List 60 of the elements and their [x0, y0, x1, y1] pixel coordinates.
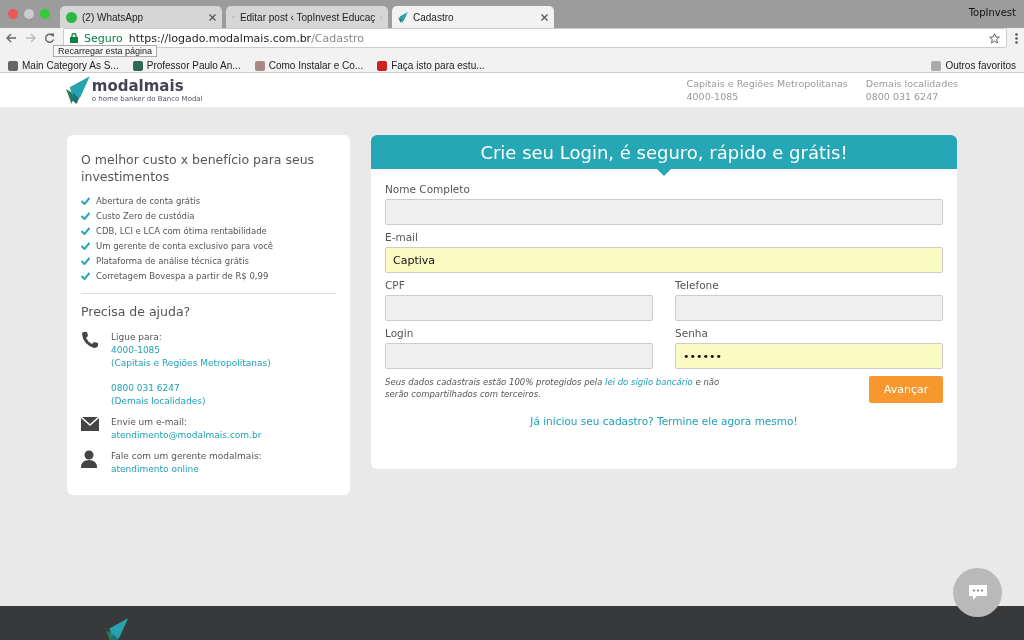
contact-label: Capitais e Regiões Metropolitanas: [686, 78, 848, 89]
back-icon[interactable]: [6, 33, 17, 43]
field-label: Telefone: [675, 279, 720, 291]
benefit-text: Um gerente de conta exclusivo para você: [96, 240, 274, 251]
contact-phone: 4000-1085: [686, 91, 740, 102]
benefit-text: Corretagem Bovespa a partir de R$ 0,99: [96, 270, 269, 281]
browser-tab[interactable]: Editar post ‹ TopInvest Educaç: [226, 6, 388, 28]
close-window-button[interactable]: [8, 9, 18, 19]
help-title: Precisa de ajuda?: [81, 304, 192, 319]
star-icon[interactable]: [989, 32, 1000, 44]
browser-tab[interactable]: (2) WhatsApp: [60, 6, 222, 28]
benefit-text: Custo Zero de custódia: [96, 210, 195, 221]
input-field[interactable]: [675, 295, 943, 321]
bookmark-item[interactable]: Como Instalar e Co...: [254, 60, 364, 71]
contact-phone: 0800 031 6247: [865, 91, 940, 102]
phone-icon: [81, 331, 99, 349]
secure-label: Seguro: [84, 31, 123, 45]
field-label: E-mail: [385, 231, 419, 243]
tooltip: Recarregar esta página: [53, 45, 158, 57]
header-pointer: [657, 169, 671, 177]
bookmark-folder[interactable]: Outros favoritos: [931, 60, 1016, 71]
envelope-icon: [81, 417, 99, 431]
menu-icon[interactable]: [1015, 32, 1018, 44]
password-field[interactable]: ••••••: [675, 343, 943, 369]
input-field[interactable]: [385, 343, 653, 369]
help-label: Envie um e-mail:: [111, 416, 189, 429]
bookmark-item[interactable]: Faça isto para estu...: [377, 60, 485, 71]
privacy-note: Seus dados cadastrais estão 100% protegidos pela lei do sigilo bancário e não serão compartilhados com terceiros.: [385, 376, 721, 400]
input-field[interactable]: [385, 199, 943, 225]
browser-tab[interactable]: Cadastro: [392, 6, 554, 28]
bookmark-item[interactable]: Professor Paulo An...: [132, 60, 241, 71]
contact-label: Demais localidades: [865, 78, 958, 89]
chat-button[interactable]: [953, 568, 1002, 617]
field-label: Senha: [675, 327, 709, 339]
forward-icon[interactable]: [25, 33, 36, 43]
logo-icon: [106, 618, 129, 640]
benefit-text: Abertura de conta grátis: [96, 195, 201, 206]
card-title: O melhor custo x benefício para seus investimentos: [81, 151, 316, 185]
reload-icon[interactable]: [44, 32, 55, 44]
url-text: https://logado.modalmais.com.br/Cadastro: [128, 31, 365, 45]
lock-icon: [70, 33, 78, 43]
input-field[interactable]: Captiva: [385, 247, 943, 273]
field-label: CPF: [385, 279, 406, 291]
help-label: Ligue para:: [111, 331, 163, 344]
bookmark-item[interactable]: Main Category As S...: [8, 60, 119, 71]
help-label: Fale com um gerente modalmais:: [111, 450, 262, 463]
zoom-window-button[interactable]: [40, 9, 50, 19]
minimize-window-button[interactable]: [24, 9, 34, 19]
profile-name[interactable]: TopInvest: [968, 7, 1016, 18]
form-header: Crie seu Login, é seguro, rápido e grátis!: [371, 135, 957, 169]
person-icon: [81, 450, 97, 468]
benefit-text: Plataforma de análise técnica grátis: [96, 255, 249, 266]
address-bar[interactable]: Seguro https://logado.modalmais.com.br/Cadastro: [63, 28, 1007, 48]
input-field[interactable]: [385, 295, 653, 321]
logo-icon: [66, 76, 90, 104]
benefit-text: CDB, LCI e LCA com ótima rentabilidade: [96, 225, 267, 236]
field-label: Nome Completo: [385, 183, 471, 195]
logo-text: modalmais: [91, 77, 185, 95]
logo-icon: [398, 11, 408, 23]
field-label: Login: [385, 327, 415, 339]
